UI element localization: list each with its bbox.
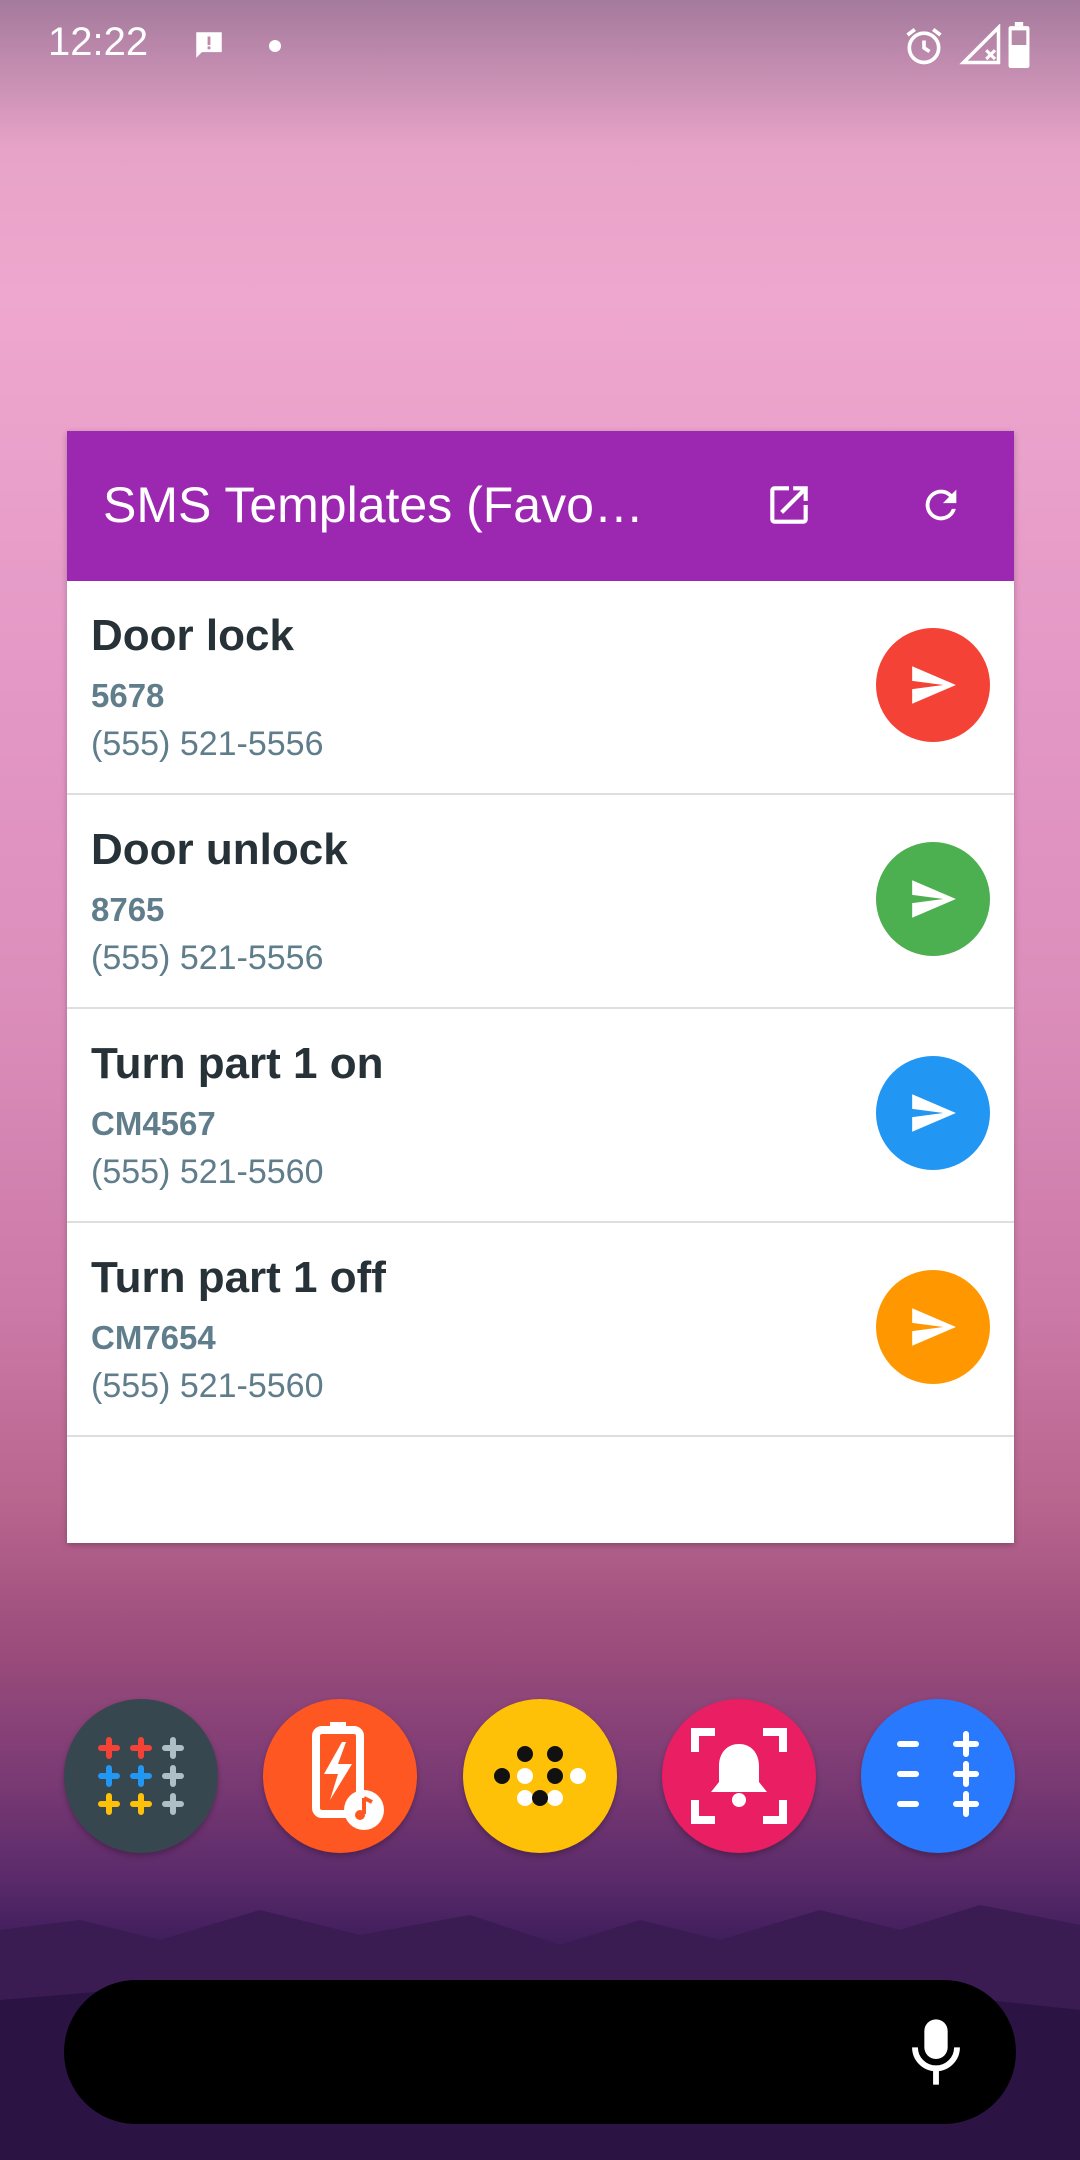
battery-sound-icon	[312, 1722, 384, 1830]
plus-minus-icon	[897, 1731, 979, 1817]
template-body: CM7654	[91, 1319, 216, 1356]
template-phone: (555) 521-5556	[91, 939, 324, 977]
calculator-grid-icon	[98, 1737, 184, 1815]
status-bar: 12:22	[0, 0, 1080, 92]
microphone-icon[interactable]	[908, 2016, 964, 2088]
send-button[interactable]	[876, 628, 990, 742]
template-list: Door lock 5678 (555) 521-5556 Door unloc…	[67, 581, 1014, 1437]
app-braille[interactable]	[463, 1699, 617, 1853]
send-icon	[912, 880, 956, 918]
template-name: Door lock	[91, 611, 294, 660]
refresh-icon	[925, 489, 957, 521]
template-body: 5678	[91, 677, 165, 714]
send-button[interactable]	[876, 1270, 990, 1384]
template-name: Turn part 1 off	[91, 1253, 386, 1302]
app-battery-sound[interactable]	[263, 1699, 417, 1853]
send-icon	[912, 1308, 956, 1346]
template-body: 8765	[91, 891, 165, 928]
app-notification-frame[interactable]	[662, 1699, 816, 1853]
braille-dots-icon	[494, 1746, 586, 1806]
refresh-button[interactable]	[909, 473, 973, 537]
send-button[interactable]	[876, 1056, 990, 1170]
status-time: 12:22	[48, 20, 149, 64]
search-bar[interactable]	[64, 1980, 1016, 2124]
app-calculator[interactable]	[64, 1699, 218, 1853]
bell-frame-icon	[691, 1728, 787, 1824]
template-name: Turn part 1 on	[91, 1039, 384, 1088]
send-button[interactable]	[876, 842, 990, 956]
template-phone: (555) 521-5556	[91, 725, 324, 763]
open-external-icon	[770, 486, 808, 524]
widget-title: SMS Templates (Favo…	[103, 477, 644, 533]
alarm-icon	[906, 28, 942, 65]
send-icon	[912, 1094, 956, 1132]
notification-dot-icon	[269, 40, 281, 52]
template-name: Door unlock	[91, 825, 348, 874]
battery-icon	[1008, 22, 1030, 68]
signal-off-icon	[959, 24, 1001, 65]
open-app-button[interactable]	[757, 473, 821, 537]
send-icon	[912, 666, 956, 704]
template-item[interactable]: Door unlock 8765 (555) 521-5556	[67, 795, 1014, 1009]
widget-header: SMS Templates (Favo…	[67, 431, 1014, 581]
template-phone: (555) 521-5560	[91, 1153, 324, 1191]
template-item[interactable]: Turn part 1 on CM4567 (555) 521-5560	[67, 1009, 1014, 1223]
template-item[interactable]: Door lock 5678 (555) 521-5556	[67, 581, 1014, 795]
sms-templates-widget: SMS Templates (Favo… Door lock 5678 (555…	[67, 431, 1014, 1543]
app-plus-minus[interactable]	[861, 1699, 1015, 1853]
template-item[interactable]: Turn part 1 off CM7654 (555) 521-5560	[67, 1223, 1014, 1437]
template-body: CM4567	[91, 1105, 216, 1142]
message-alert-icon	[196, 32, 222, 58]
template-phone: (555) 521-5560	[91, 1367, 324, 1405]
